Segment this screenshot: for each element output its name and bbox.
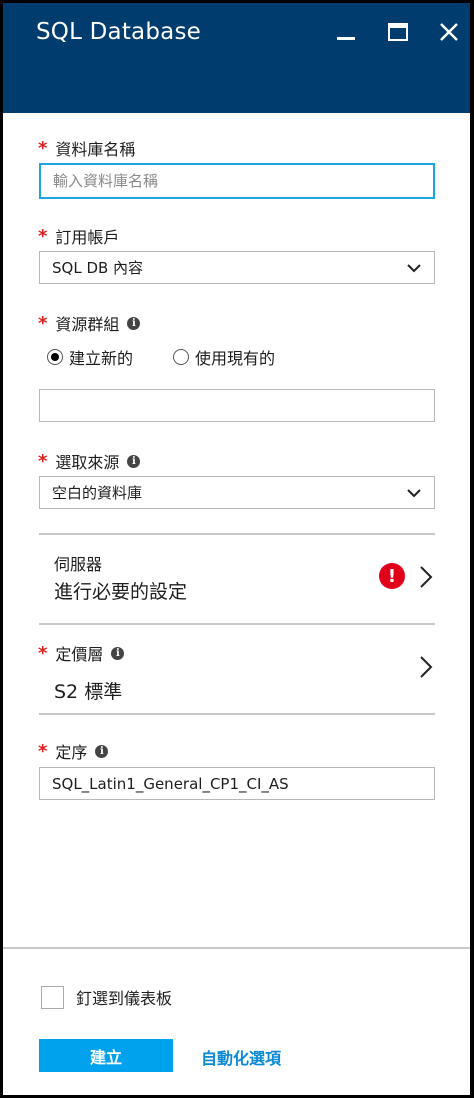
db-name-label-text: 資料庫名稱 xyxy=(55,140,136,159)
footer-divider xyxy=(3,947,470,949)
sql-database-blade: SQL Database * 資料庫名稱 * 訂用帳戶 SQL DB 內容 * … xyxy=(3,3,470,1095)
create-button[interactable]: 建立 xyxy=(39,1039,173,1072)
source-label-text: 選取來源 xyxy=(55,453,120,472)
required-mark: * xyxy=(38,225,48,247)
subscription-value: SQL DB 內容 xyxy=(52,259,144,277)
maximize-icon[interactable] xyxy=(385,19,411,45)
db-name-label: * 資料庫名稱 xyxy=(38,136,135,160)
chevron-down-icon xyxy=(407,263,421,272)
radio-selected-icon xyxy=(47,349,63,365)
minimize-icon[interactable] xyxy=(333,19,359,45)
collation-label: * 定序 i xyxy=(38,739,109,763)
info-icon[interactable]: i xyxy=(95,744,109,758)
radio-create-new[interactable]: 建立新的 xyxy=(47,345,133,369)
divider xyxy=(39,713,435,715)
resource-group-input[interactable] xyxy=(39,389,435,422)
required-mark: * xyxy=(38,642,48,664)
required-mark: * xyxy=(38,740,48,762)
pricing-tier-label: * 定價層 i xyxy=(38,641,125,665)
pin-label: 釘選到儀表板 xyxy=(76,989,173,1008)
server-label: 伺服器 xyxy=(54,555,103,574)
source-value: 空白的資料庫 xyxy=(52,484,143,502)
subscription-label: * 訂用帳戶 xyxy=(38,224,119,248)
error-icon: ! xyxy=(379,563,405,589)
required-mark: * xyxy=(38,450,48,472)
pricing-tier-value: S2 標準 xyxy=(54,681,123,703)
pin-to-dashboard[interactable]: 釘選到儀表板 xyxy=(41,985,172,1009)
resource-group-radio-group: 建立新的 使用現有的 xyxy=(47,345,315,369)
pricing-tier-label-text: 定價層 xyxy=(55,645,104,664)
subscription-select[interactable]: SQL DB 內容 xyxy=(39,251,435,284)
radio-create-new-label: 建立新的 xyxy=(69,349,134,368)
pricing-tier-row[interactable]: * 定價層 i S2 標準 xyxy=(38,625,435,713)
info-icon[interactable]: i xyxy=(127,316,141,330)
info-icon[interactable]: i xyxy=(111,646,125,660)
info-icon[interactable]: i xyxy=(127,454,141,468)
collation-input[interactable] xyxy=(39,767,435,800)
collation-label-text: 定序 xyxy=(55,743,88,762)
server-row[interactable]: 伺服器 進行必要的設定 ! xyxy=(39,535,435,623)
source-label: * 選取來源 i xyxy=(38,449,141,473)
chevron-down-icon xyxy=(407,488,421,497)
automation-options-link[interactable]: 自動化選項 xyxy=(201,1045,281,1069)
subscription-label-text: 訂用帳戶 xyxy=(55,228,120,247)
chevron-right-icon xyxy=(420,566,433,588)
blade-title: SQL Database xyxy=(36,19,201,45)
required-mark: * xyxy=(38,137,48,159)
radio-use-existing-label: 使用現有的 xyxy=(195,349,276,368)
pin-checkbox[interactable] xyxy=(41,985,64,1009)
db-name-input[interactable] xyxy=(39,163,435,199)
radio-unselected-icon xyxy=(173,349,190,365)
close-icon[interactable] xyxy=(436,19,462,45)
server-value: 進行必要的設定 xyxy=(54,581,188,603)
radio-use-existing[interactable]: 使用現有的 xyxy=(173,345,275,369)
required-mark: * xyxy=(38,312,48,334)
chevron-right-icon xyxy=(420,656,433,678)
source-select[interactable]: 空白的資料庫 xyxy=(39,476,435,509)
blade-header: SQL Database xyxy=(3,3,470,113)
resource-group-label: * 資源群組 i xyxy=(38,311,141,335)
resource-group-label-text: 資源群組 xyxy=(55,315,120,334)
